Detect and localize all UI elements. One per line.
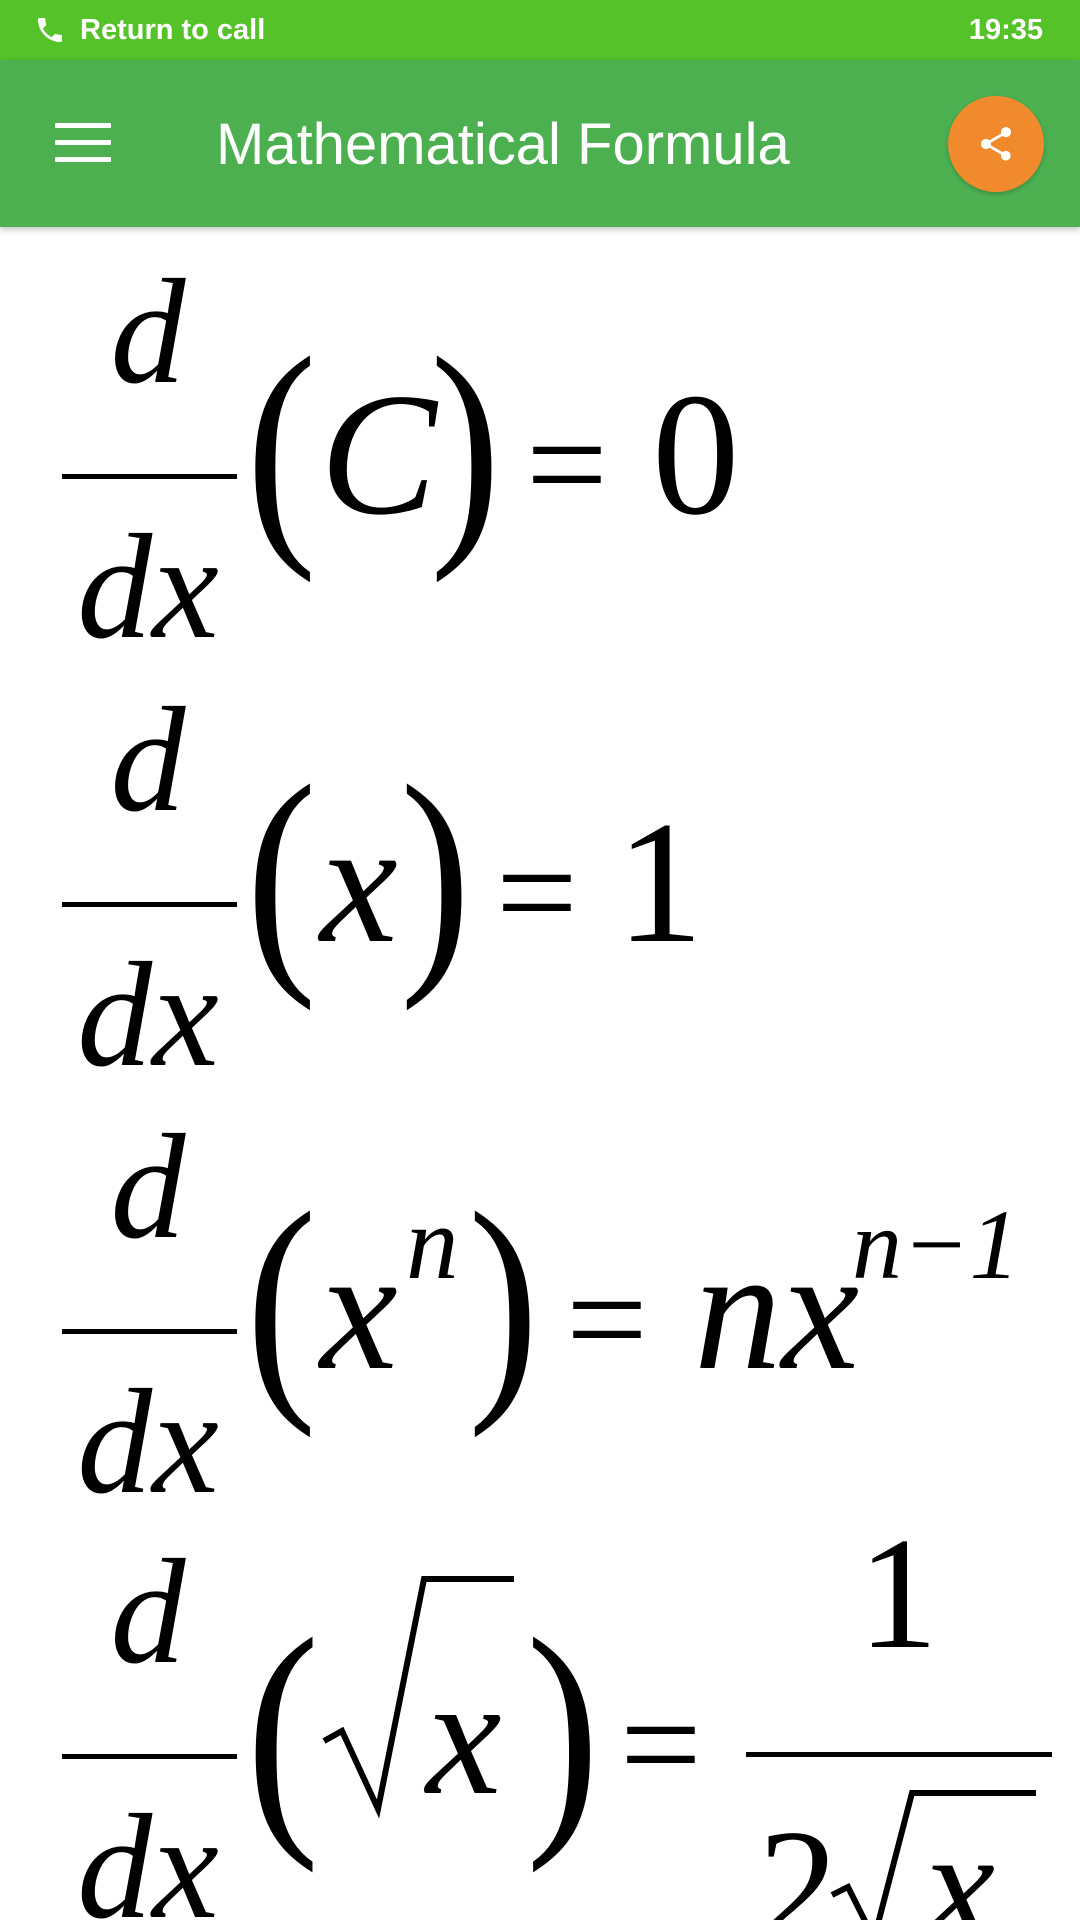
formula-image: d dx ( x n ) = nx n−1 [62, 1104, 1019, 1502]
fraction-denominator: dx [77, 504, 219, 647]
menu-button[interactable] [40, 107, 126, 179]
formula-derivative-identity: d dx ( x ) = 1 [0, 655, 1080, 1075]
result: 0 [652, 357, 740, 551]
phone-icon [38, 18, 62, 42]
fraction-denominator: dx [77, 932, 219, 1075]
fraction-bar [62, 474, 237, 479]
open-paren: ( [246, 735, 317, 1012]
fraction-numerator: d [111, 1104, 187, 1270]
share-icon [981, 127, 1011, 161]
argument-radicand: x [423, 1642, 501, 1830]
close-paren: ) [400, 735, 471, 1012]
equals-sign: = [620, 1665, 702, 1825]
result-fraction-bar [746, 1752, 1052, 1757]
result-coefficient: nx [694, 1212, 859, 1406]
status-clock: 19:35 [968, 14, 1043, 46]
share-button[interactable] [948, 96, 1044, 192]
argument-base: x [317, 1212, 398, 1406]
fraction-denominator: dx [77, 1784, 219, 1920]
app-title: Mathematical Formula [216, 112, 790, 177]
equals-sign: = [526, 385, 608, 545]
open-paren: ( [246, 1162, 317, 1439]
formula-content[interactable]: d dx ( C ) = 0 d dx ( x ) = 1 d dx (x n… [0, 227, 1080, 1920]
result-denominator-coefficient: 2 [758, 1796, 838, 1920]
result-denominator-radicand: x [922, 1796, 995, 1920]
formula-derivative-square-root: d dx ( x ) = 1 2 x [0, 1507, 1080, 1920]
close-paren: ) [526, 1586, 600, 1874]
fraction-numerator: d [111, 1529, 187, 1695]
formula-image: d dx ( C ) = 0 [62, 249, 740, 647]
status-bar: Return to call 19:35 [0, 0, 1080, 60]
argument: C [320, 357, 439, 551]
argument: x [317, 785, 398, 979]
fraction-bar [62, 902, 237, 907]
argument-exponent: n [406, 1184, 459, 1301]
formula-derivative-constant: d dx ( C ) = 0 [0, 227, 1080, 647]
open-paren: ( [246, 1586, 320, 1874]
fraction-numerator: d [111, 249, 187, 415]
return-to-call-link[interactable]: Return to call [80, 13, 265, 47]
formula-image: d dx ( x ) = 1 [62, 677, 704, 1075]
equals-sign: = [566, 1240, 648, 1400]
formula-derivative-power: d dx ( x n ) = nx n−1 [0, 1082, 1080, 1502]
app-bar: Mathematical Formula [0, 60, 1080, 227]
fraction-denominator: dx [77, 1359, 219, 1502]
fraction-numerator: d [111, 677, 187, 843]
close-paren: ) [468, 1162, 539, 1439]
result-numerator: 1 [858, 1507, 938, 1682]
fraction-bar [62, 1754, 237, 1759]
result: 1 [616, 785, 704, 979]
equals-sign: = [496, 813, 578, 973]
fraction-bar [62, 1329, 237, 1334]
open-paren: ( [246, 307, 317, 584]
close-paren: ) [430, 307, 501, 584]
result-exponent: n−1 [852, 1189, 1019, 1300]
formula-image: d dx ( x ) = 1 2 x [62, 1507, 1052, 1920]
